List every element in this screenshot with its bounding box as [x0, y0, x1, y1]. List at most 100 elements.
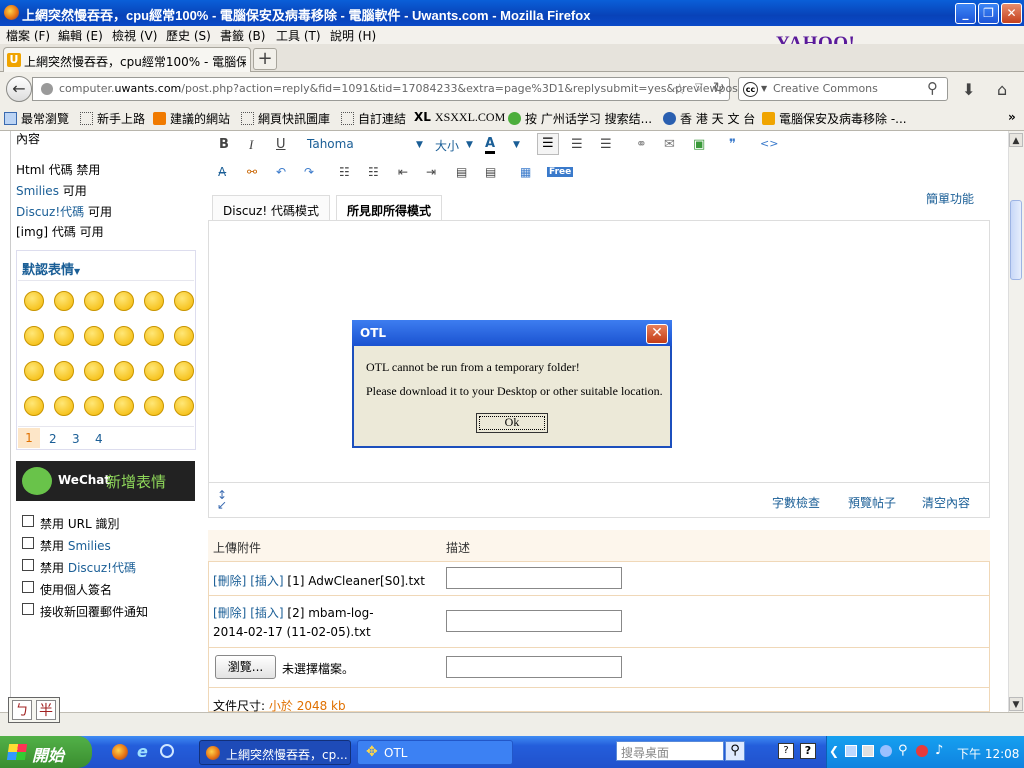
- resize-editor-icon[interactable]: ↕ ↙: [217, 489, 227, 511]
- tray-icon-2[interactable]: [862, 745, 874, 757]
- engine-dropdown-icon[interactable]: ▼: [761, 84, 767, 93]
- emoticon-page-3[interactable]: 3: [72, 432, 80, 446]
- creative-commons-icon[interactable]: cc: [743, 82, 758, 97]
- tray-app-icon[interactable]: ?: [778, 743, 794, 759]
- tab-wysiwyg-mode[interactable]: 所見即所得模式: [336, 195, 443, 222]
- start-button[interactable]: 開始: [0, 736, 92, 768]
- tab-discuz-code-mode[interactable]: Discuz! 代碼模式: [212, 195, 330, 221]
- disable-discuz-checkbox[interactable]: [22, 559, 34, 571]
- preview-post-link[interactable]: 預覽帖子: [848, 494, 896, 511]
- bookmark-getting-started[interactable]: 新手上路: [80, 110, 145, 127]
- italic-button[interactable]: I: [249, 137, 253, 153]
- attachment-1-description-input[interactable]: [446, 567, 622, 589]
- emoticon-icon[interactable]: [174, 396, 194, 416]
- network-icon[interactable]: [845, 745, 857, 757]
- remove-format-icon[interactable]: A̶: [218, 165, 226, 179]
- quicklaunch-ie-icon[interactable]: e: [137, 742, 148, 761]
- font-family-select[interactable]: Tahoma: [307, 137, 354, 151]
- scrollbar-thumb[interactable]: [1010, 200, 1022, 280]
- reload-icon[interactable]: ↻: [713, 80, 725, 96]
- ime-zhuyin-icon[interactable]: ㄅ: [12, 700, 32, 720]
- word-count-link[interactable]: 字數檢查: [772, 494, 820, 511]
- emoticon-icon[interactable]: [114, 396, 134, 416]
- indent-icon[interactable]: ⇥: [426, 165, 436, 179]
- tray-icon-3[interactable]: [880, 745, 892, 757]
- underline-button[interactable]: U: [276, 137, 286, 152]
- tab-active[interactable]: U 上網突然慢吞吞，cpu經常100% - 電腦保...: [3, 47, 251, 72]
- emoticon-icon[interactable]: [24, 361, 44, 381]
- delete-attachment-link[interactable]: [刪除]: [213, 574, 246, 588]
- font-family-dropdown-icon[interactable]: ▼: [416, 140, 423, 150]
- emoticon-icon[interactable]: [54, 291, 74, 311]
- ordered-list-icon[interactable]: ☷: [339, 165, 350, 179]
- quote-icon[interactable]: ❞: [729, 137, 736, 152]
- emoticon-icon[interactable]: [54, 396, 74, 416]
- wechat-banner[interactable]: WeChat 新增表情: [16, 461, 195, 501]
- code-icon[interactable]: <>: [760, 137, 778, 150]
- emoticon-icon[interactable]: [84, 396, 104, 416]
- desktop-search-icon[interactable]: ⚲: [725, 741, 745, 761]
- taskbar-firefox-window[interactable]: 上網突然慢吞吞，cp...: [199, 740, 351, 765]
- downloads-icon[interactable]: ⬇: [962, 80, 975, 99]
- disable-smilies-checkbox[interactable]: [22, 537, 34, 549]
- clock[interactable]: 下午 12:08: [957, 745, 1019, 762]
- tray-search-icon[interactable]: ⚲: [898, 743, 908, 758]
- bookmark-most-visited[interactable]: 最常瀏覽: [4, 110, 69, 127]
- scroll-up-icon[interactable]: ▲: [1009, 133, 1023, 147]
- ime-halfwidth-icon[interactable]: 半: [36, 700, 56, 720]
- dialog-close-button[interactable]: ✕: [646, 324, 668, 344]
- redo-icon[interactable]: ↷: [304, 165, 314, 179]
- volume-icon[interactable]: ♪: [935, 743, 943, 758]
- emoticon-icon[interactable]: [174, 326, 194, 346]
- float-right-icon[interactable]: ▤: [485, 165, 496, 179]
- align-center-icon[interactable]: ☰: [571, 137, 583, 152]
- menu-view[interactable]: 檢視 (V): [112, 27, 157, 44]
- disable-url-checkbox[interactable]: [22, 515, 34, 527]
- unlink-icon[interactable]: ⚯: [247, 165, 257, 179]
- emoticon-icon[interactable]: [114, 326, 134, 346]
- menu-file[interactable]: 檔案 (F): [6, 27, 50, 44]
- ime-toolbar[interactable]: ㄅ 半: [8, 697, 60, 723]
- emoticon-icon[interactable]: [144, 291, 164, 311]
- bookmark-web-slices[interactable]: 網頁快訊圖庫: [241, 110, 330, 127]
- use-signature-checkbox[interactable]: [22, 581, 34, 593]
- float-left-icon[interactable]: ▤: [456, 165, 467, 179]
- quicklaunch-firefox-icon[interactable]: [112, 744, 128, 760]
- back-button[interactable]: ←: [6, 76, 32, 102]
- font-size-dropdown-icon[interactable]: ▼: [466, 140, 473, 150]
- bookmark-hko[interactable]: 香 港 天 文 台: [663, 110, 755, 127]
- emoticon-icon[interactable]: [84, 361, 104, 381]
- new-tab-button[interactable]: +: [253, 48, 277, 70]
- bookmark-cantonese[interactable]: 按 广州话学习 搜索结...: [508, 110, 652, 127]
- smilies-link[interactable]: Smilies: [16, 184, 59, 198]
- browse-file-button[interactable]: 瀏覽...: [215, 655, 276, 679]
- emoticon-icon[interactable]: [24, 396, 44, 416]
- emoticon-category-dropdown[interactable]: 默認表情▼: [22, 259, 80, 278]
- clear-content-link[interactable]: 清空內容: [922, 494, 970, 511]
- font-color-icon[interactable]: A: [485, 137, 496, 154]
- bookmark-uwants[interactable]: 電腦保安及病毒移除 -...: [762, 110, 907, 127]
- delete-attachment-link[interactable]: [刪除]: [213, 606, 246, 620]
- desktop-search-input[interactable]: 搜尋桌面: [616, 741, 724, 761]
- insert-attachment-link[interactable]: [插入]: [250, 606, 283, 620]
- search-bar[interactable]: cc ▼ Creative Commons ⚲: [738, 77, 948, 101]
- url-dropdown-icon[interactable]: ▽: [695, 82, 703, 93]
- attachment-2-description-input[interactable]: [446, 610, 622, 632]
- simple-mode-link[interactable]: 簡單功能: [926, 190, 974, 207]
- emoticon-icon[interactable]: [54, 326, 74, 346]
- emoticon-icon[interactable]: [144, 326, 164, 346]
- help-icon[interactable]: ?: [800, 743, 816, 759]
- emoticon-page-4[interactable]: 4: [95, 432, 103, 446]
- discuz-code-link[interactable]: Discuz!代碼: [16, 205, 84, 219]
- font-size-select[interactable]: 大小: [435, 137, 459, 154]
- emoticon-icon[interactable]: [174, 361, 194, 381]
- new-attachment-description-input[interactable]: [446, 656, 622, 678]
- tray-expand-icon[interactable]: ❮: [829, 744, 839, 758]
- bold-button[interactable]: B: [219, 137, 229, 152]
- bookmark-suggested[interactable]: 建議的網站: [153, 110, 230, 127]
- quicklaunch-ie2-icon[interactable]: [160, 744, 174, 758]
- emoticon-icon[interactable]: [144, 396, 164, 416]
- emoticon-icon[interactable]: [24, 326, 44, 346]
- scroll-down-icon[interactable]: ▼: [1009, 697, 1023, 711]
- menu-history[interactable]: 歷史 (S): [166, 27, 211, 44]
